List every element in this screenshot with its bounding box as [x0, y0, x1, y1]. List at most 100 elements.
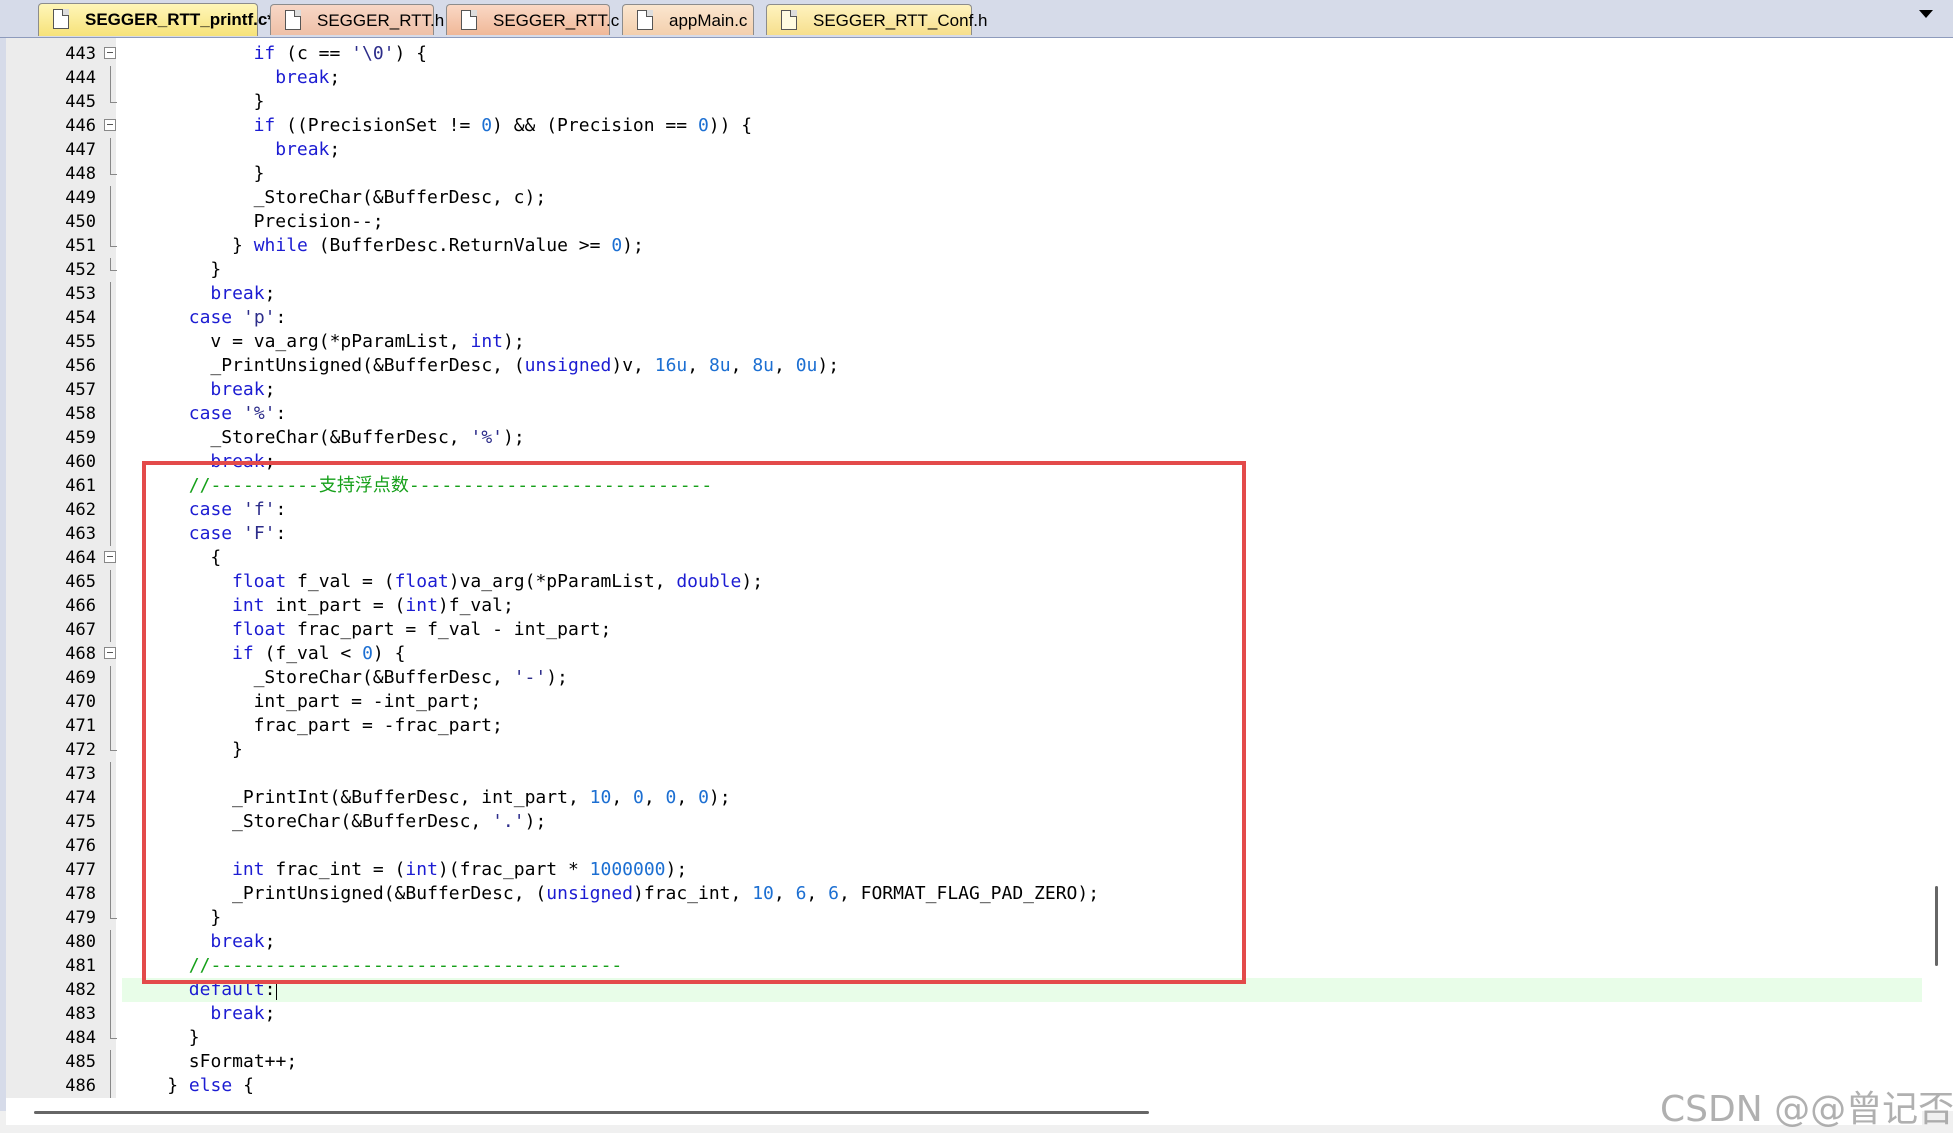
comment-token: //-------------------------------------- [188, 955, 623, 976]
code-text: case 'F': [189, 522, 287, 546]
line-number: 483 [65, 1004, 96, 1024]
keyword-token: break [210, 283, 265, 304]
keyword-token: break [275, 67, 330, 88]
line-number: 446 [65, 116, 96, 136]
code-line[interactable]: 449 _StoreChar(&BufferDesc, c); [0, 186, 1953, 210]
tab-segger-rtt-printf-c[interactable]: SEGGER_RTT_printf.c* [38, 3, 274, 36]
keyword-token: case [188, 499, 233, 520]
code-line[interactable]: 458 case '%': [0, 402, 1953, 426]
code-token: _PrintUnsigned(&BufferDesc, ( [210, 355, 525, 376]
code-line[interactable]: 455 v = va_arg(*pParamList, int); [0, 330, 1953, 354]
code-line[interactable]: 473 [0, 762, 1953, 786]
number-token: 0 [698, 787, 709, 808]
text-caret [275, 980, 277, 1000]
horizontal-scroll-thumb[interactable] [34, 1111, 1149, 1114]
code-line[interactable]: 485 sFormat++; [0, 1050, 1953, 1074]
fold-guide [104, 786, 118, 810]
code-line[interactable]: 467 float frac_part = f_val - int_part; [0, 618, 1953, 642]
fold-toggle-icon[interactable] [104, 642, 118, 666]
number-token: 10 [589, 787, 612, 808]
code-line[interactable]: 466 int int_part = (int)f_val; [0, 594, 1953, 618]
code-token: } [210, 907, 222, 928]
code-line[interactable]: 460 break; [0, 450, 1953, 474]
code-token: )f_val; [437, 595, 514, 616]
code-line[interactable]: 457 break; [0, 378, 1953, 402]
keyword-token: break [275, 139, 330, 160]
code-token: } [167, 1075, 189, 1096]
code-line[interactable]: 481 //-----------------------------------… [0, 954, 1953, 978]
tab-list-dropdown-icon[interactable] [1919, 10, 1933, 18]
number-token: 0 [611, 235, 623, 256]
code-text: _StoreChar(&BufferDesc, '-'); [254, 666, 568, 690]
code-line[interactable]: 465 float f_val = (float)va_arg(*pParamLi… [0, 570, 1953, 594]
code-line[interactable]: 444 break; [0, 66, 1953, 90]
tab-segger-rtt-conf-h[interactable]: SEGGER_RTT_Conf.h [766, 4, 987, 35]
string-token: 'p' [243, 307, 276, 328]
line-number: 464 [65, 548, 96, 568]
code-text: _StoreChar(&BufferDesc, '%'); [210, 426, 524, 450]
code-line[interactable]: 469 _StoreChar(&BufferDesc, '-'); [0, 666, 1953, 690]
code-line[interactable]: 464 { [0, 546, 1953, 570]
code-text: float f_val = (float)va_arg(*pParamList,… [232, 570, 763, 594]
fold-guide [104, 90, 118, 114]
code-text: int frac_int = (int)(frac_part * 1000000… [232, 858, 687, 882]
number-token: 6 [828, 883, 839, 904]
line-number: 449 [65, 188, 96, 208]
fold-guide [104, 66, 118, 90]
tab-segger-rtt-h[interactable]: SEGGER_RTT.h [270, 4, 444, 35]
keyword-token: break [210, 451, 265, 472]
code-text: } [210, 906, 221, 930]
fold-toggle-icon[interactable] [104, 546, 118, 570]
horizontal-scrollbar[interactable] [6, 1105, 1922, 1125]
code-token: ; [264, 931, 276, 952]
number-token: 0u [795, 355, 818, 376]
code-token: ); [503, 427, 525, 448]
code-line[interactable]: 480 break; [0, 930, 1953, 954]
code-line[interactable]: 461 //----------支持浮点数--------------------… [0, 474, 1953, 498]
code-line[interactable]: 484} [0, 1026, 1953, 1050]
code-line[interactable]: 445} [0, 90, 1953, 114]
code-line[interactable]: 454 case 'p': [0, 306, 1953, 330]
file-icon [53, 9, 69, 29]
code-line[interactable]: 443 if (c == '\0') { [0, 42, 1953, 66]
string-token: '-' [513, 667, 547, 688]
code-line[interactable]: 476 [0, 834, 1953, 858]
code-line[interactable]: 463 case 'F': [0, 522, 1953, 546]
tab-appmain-c[interactable]: appMain.c [622, 4, 754, 35]
fold-toggle-icon[interactable] [104, 42, 118, 66]
code-line[interactable]: 451} while (BufferDesc.ReturnValue >= 0)… [0, 234, 1953, 258]
code-token: )va_arg(*pParamList, [448, 571, 677, 592]
code-line[interactable]: 462 case 'f': [0, 498, 1953, 522]
keyword-token: case [188, 523, 233, 544]
code-line[interactable]: 470 int_part = -int_part; [0, 690, 1953, 714]
code-line[interactable]: 448} [0, 162, 1953, 186]
code-line[interactable]: 471 frac_part = -frac_part; [0, 714, 1953, 738]
code-line[interactable]: 483 break; [0, 1002, 1953, 1026]
code-line[interactable]: 479} [0, 906, 1953, 930]
code-line[interactable]: 459 _StoreChar(&BufferDesc, '%'); [0, 426, 1953, 450]
code-token: int_part = -int_part; [253, 691, 482, 712]
tab-segger-rtt-c[interactable]: SEGGER_RTT.c [446, 4, 619, 35]
code-line[interactable]: 447 break; [0, 138, 1953, 162]
code-line[interactable]: 477 int frac_int = (int)(frac_part * 1000… [0, 858, 1953, 882]
code-line[interactable]: 468 if (f_val < 0) { [0, 642, 1953, 666]
code-line[interactable]: 446 if ((PrecisionSet != 0) && (Precision… [0, 114, 1953, 138]
code-line[interactable]: 482 default: [0, 978, 1953, 1002]
code-line[interactable]: 475 _StoreChar(&BufferDesc, '.'); [0, 810, 1953, 834]
code-line[interactable]: 472} [0, 738, 1953, 762]
vertical-scroll-thumb[interactable] [1935, 886, 1938, 966]
code-line[interactable]: 450 Precision--; [0, 210, 1953, 234]
code-token: frac_part = -frac_part; [253, 715, 503, 736]
code-token: ); [708, 787, 731, 808]
code-line[interactable]: 456 _PrintUnsigned(&BufferDesc, (unsigned… [0, 354, 1953, 378]
code-line[interactable]: 452} [0, 258, 1953, 282]
code-text: Precision--; [254, 210, 384, 234]
code-line[interactable]: 474 _PrintInt(&BufferDesc, int_part, 10, … [0, 786, 1953, 810]
code-line[interactable]: 478 _PrintUnsigned(&BufferDesc, (unsigned… [0, 882, 1953, 906]
fold-guide [104, 522, 118, 546]
fold-toggle-icon[interactable] [104, 114, 118, 138]
fold-guide [104, 762, 118, 786]
code-line[interactable]: 453 break; [0, 282, 1953, 306]
